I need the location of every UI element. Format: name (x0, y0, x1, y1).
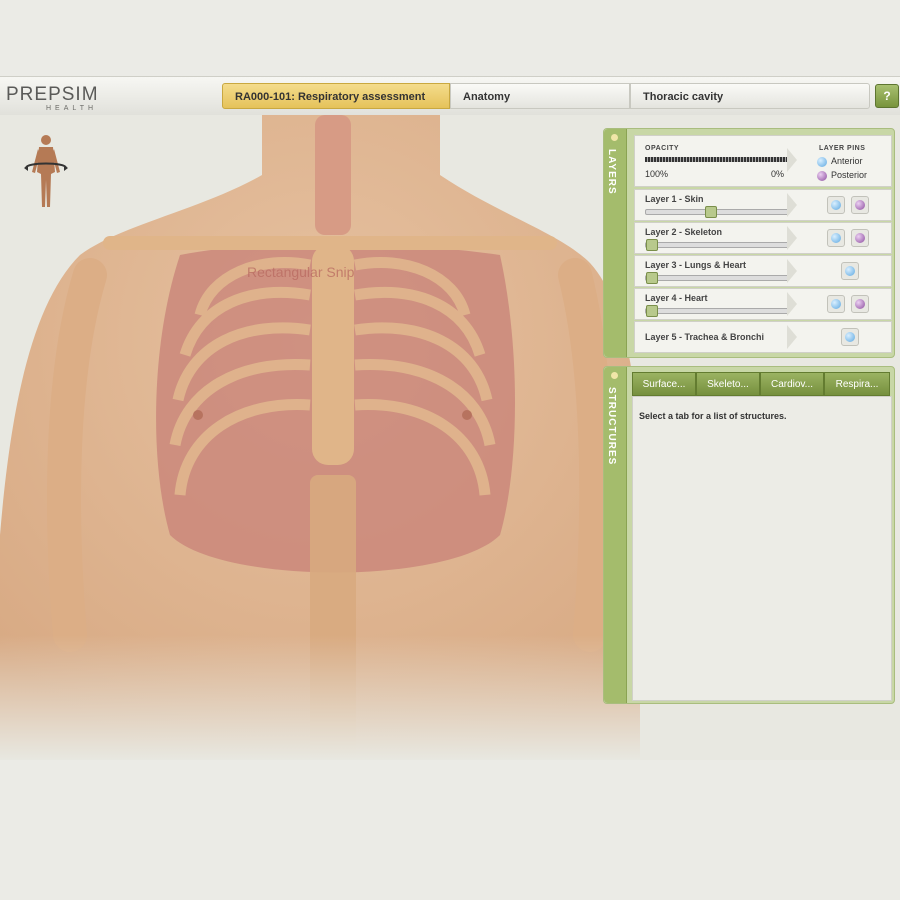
structures-side-tab[interactable]: STRUCTURES (604, 367, 627, 703)
logo-subtext: HEALTH (46, 105, 98, 112)
breadcrumb-anatomy[interactable]: Anatomy (450, 83, 630, 109)
help-button[interactable]: ? (875, 84, 899, 108)
chevron-right-icon (787, 292, 797, 316)
layer-name: Layer 2 - Skeleton (645, 227, 723, 237)
structures-panel: STRUCTURES Surface... Skeleto... Cardiov… (603, 366, 895, 704)
rotate-figure-icon[interactable] (22, 132, 70, 212)
anterior-pin-button[interactable] (841, 262, 859, 280)
opacity-slider[interactable] (645, 157, 787, 162)
prepsim-logo: PREPSIM HEALTH (6, 81, 126, 113)
right-nipple (462, 410, 472, 420)
breadcrumb-assessment[interactable]: RA000-101: Respiratory assessment (222, 83, 450, 109)
breadcrumb-thoracic-cavity[interactable]: Thoracic cavity (630, 83, 870, 109)
left-nipple (193, 410, 203, 420)
layers-tab-label: LAYERS (606, 149, 617, 195)
layer-opacity-slider[interactable] (645, 239, 789, 251)
app-header: PREPSIM HEALTH RA000-101: Respiratory as… (0, 76, 900, 116)
opacity-label: OPACITY (645, 145, 680, 152)
structures-message: Select a tab for a list of structures. (639, 411, 787, 421)
chevron-right-icon (787, 259, 797, 283)
posterior-pin-button[interactable] (851, 295, 869, 313)
chevron-right-icon (787, 226, 797, 250)
breadcrumb-thoracic-label: Thoracic cavity (643, 91, 724, 103)
pin-legend-posterior: Posterior (817, 170, 867, 181)
layer-row-skin: Layer 1 - Skin (634, 189, 892, 221)
breadcrumb-assessment-label: RA000-101: Respiratory assessment (235, 91, 426, 103)
layer-pins-label: LAYER PINS (819, 145, 866, 152)
layer-row-lungs-heart: Layer 3 - Lungs & Heart (634, 255, 892, 287)
tab-skeletal[interactable]: Skeleto... (696, 372, 760, 396)
opacity-control: OPACITY 100% 0% LAYER PINS Anterior Post… (634, 135, 892, 187)
snip-label: Rectangular Snip (247, 264, 355, 280)
layers-side-tab[interactable]: LAYERS (604, 129, 627, 357)
opacity-max-label: 0% (771, 169, 785, 179)
layer-opacity-slider[interactable] (645, 272, 789, 284)
layer-row-skeleton: Layer 2 - Skeleton (634, 222, 892, 254)
layer-name: Layer 4 - Heart (645, 293, 708, 303)
posterior-pin-button[interactable] (851, 196, 869, 214)
chevron-right-icon (787, 325, 797, 349)
layer-opacity-slider[interactable] (645, 305, 789, 317)
chevron-right-icon (787, 193, 797, 217)
layer-opacity-slider[interactable] (645, 206, 789, 218)
structures-list-area: Select a tab for a list of structures. (632, 396, 892, 701)
posterior-pin-button[interactable] (851, 229, 869, 247)
layer-name: Layer 1 - Skin (645, 194, 704, 204)
anterior-pin-button[interactable] (841, 328, 859, 346)
layer-name: Layer 3 - Lungs & Heart (645, 260, 747, 270)
anterior-pin-button[interactable] (827, 196, 845, 214)
posterior-pin-icon (817, 170, 827, 181)
opacity-min-label: 100% (645, 169, 669, 179)
pin-legend-anterior: Anterior (817, 156, 863, 167)
top-margin (0, 0, 900, 76)
anterior-pin-button[interactable] (827, 229, 845, 247)
tab-respiratory[interactable]: Respira... (824, 372, 890, 396)
breadcrumb: RA000-101: Respiratory assessment Anatom… (222, 83, 870, 109)
slider-thumb[interactable] (646, 272, 658, 284)
slider-thumb[interactable] (705, 206, 718, 218)
breadcrumb-anatomy-label: Anatomy (463, 91, 511, 103)
posterior-label: Posterior (831, 170, 868, 180)
anterior-pin-button[interactable] (827, 295, 845, 313)
layers-panel: LAYERS OPACITY 100% 0% LAYER PINS Anteri… (603, 128, 895, 358)
bottom-margin (0, 760, 900, 900)
structures-tab-label: STRUCTURES (606, 387, 617, 466)
tab-surface[interactable]: Surface... (632, 372, 696, 396)
structure-tabs: Surface... Skeleto... Cardiov... Respira… (632, 372, 890, 396)
layer-row-heart: Layer 4 - Heart (634, 288, 892, 320)
anterior-label: Anterior (831, 156, 863, 166)
chevron-right-icon (787, 148, 797, 172)
trachea (315, 115, 351, 235)
anterior-pin-icon (817, 156, 827, 167)
layer-row-trachea-bronchi: Layer 5 - Trachea & Bronchi (634, 321, 892, 353)
slider-thumb[interactable] (646, 239, 658, 251)
panel-indicator-dot (611, 372, 618, 379)
tab-cardiovascular[interactable]: Cardiov... (760, 372, 824, 396)
logo-text: PREPSIM (6, 84, 99, 105)
slider-thumb[interactable] (646, 305, 658, 317)
panel-indicator-dot (611, 134, 618, 141)
layer-name: Layer 5 - Trachea & Bronchi (645, 332, 765, 342)
